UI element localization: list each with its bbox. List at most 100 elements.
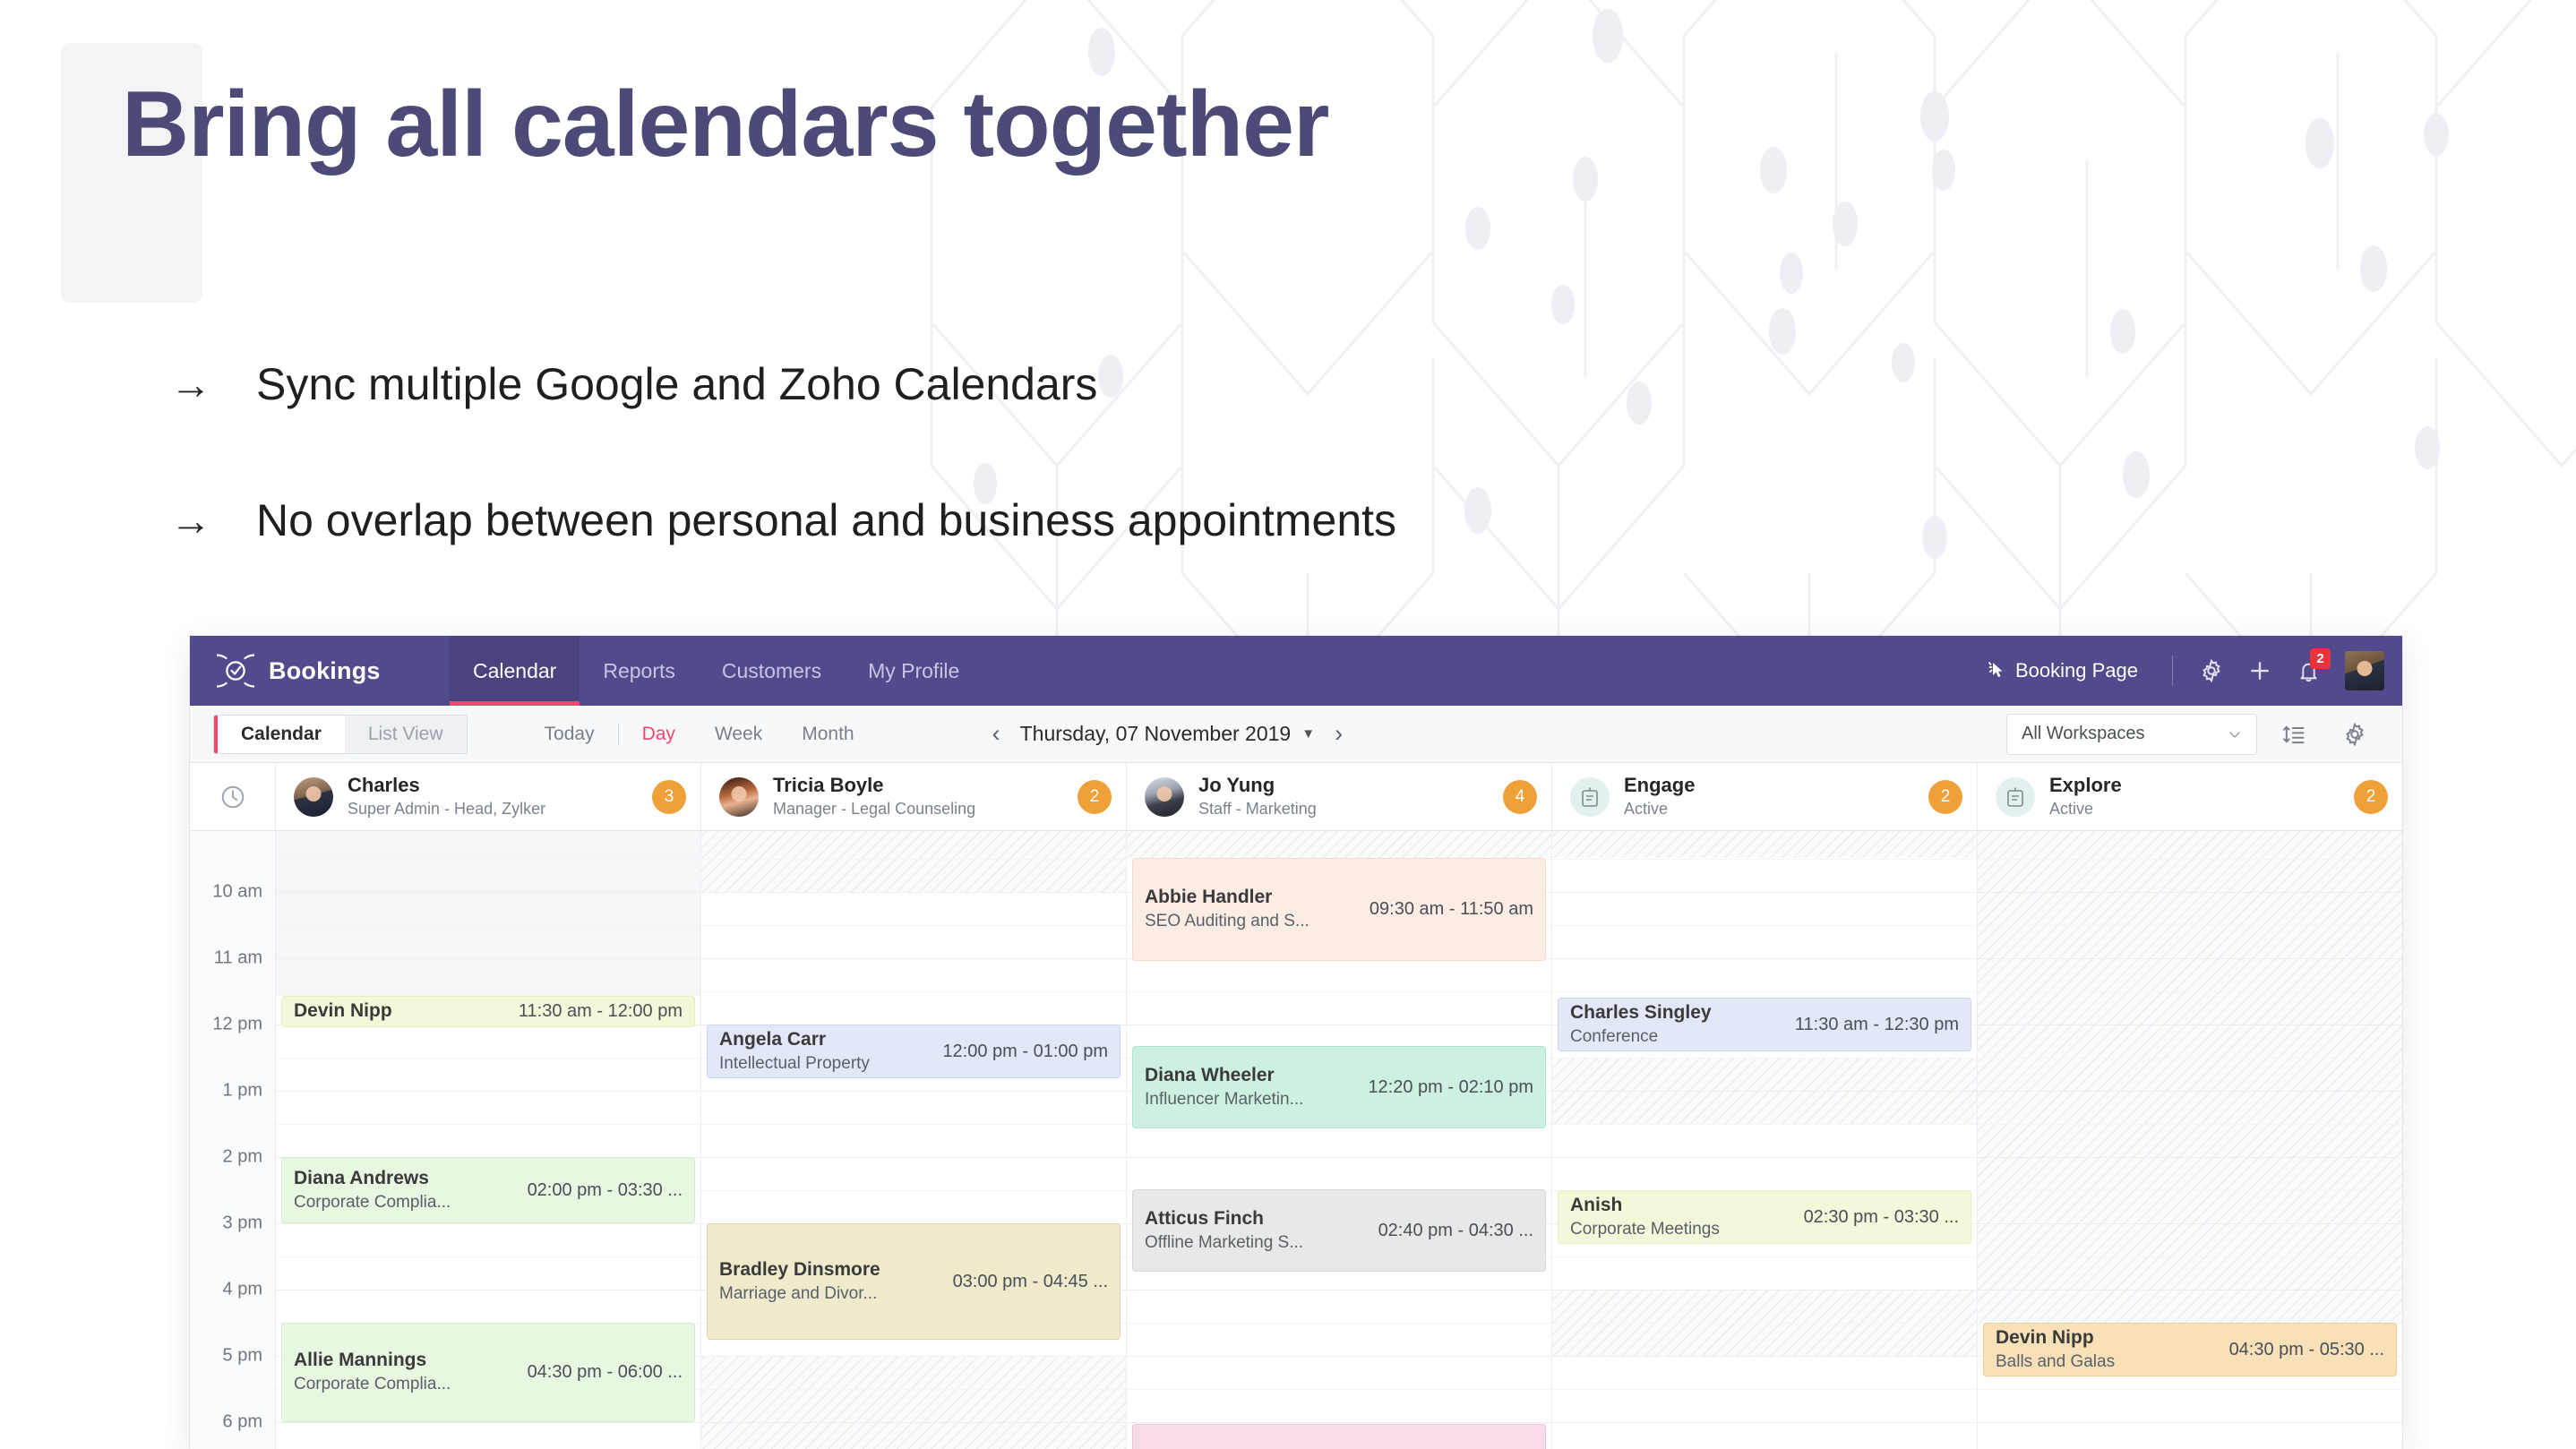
event-customer: Devin Nipp (1996, 1326, 2094, 1348)
nav-tab-calendar[interactable]: Calendar (450, 636, 580, 706)
calendar-event[interactable]: Abbie Handler SEO Auditing and S... 09:3… (1132, 858, 1546, 961)
range-day[interactable]: Day (623, 724, 695, 745)
bell-icon[interactable]: 2 (2284, 647, 2332, 695)
resource-name: Explore (2049, 773, 2122, 796)
time-gutter: 9 am 10 am 11 am 12 pm 1 pm 2 pm 3 pm 4 … (190, 831, 276, 1449)
event-customer: Allie Mannings (294, 1350, 427, 1371)
status-badge: 2 (2354, 779, 2388, 814)
range-group: Today Day Week Month (525, 722, 874, 746)
event-customer: Abbie Handler (1145, 887, 1273, 908)
calendar-event[interactable]: Devin Nipp Balls and Galas 04:30 pm - 05… (1983, 1323, 2397, 1376)
chevron-down-icon: ▼ (1301, 726, 1316, 742)
nav-tab-reports[interactable]: Reports (580, 636, 699, 706)
status-badge: 2 (1928, 779, 1962, 814)
time-label: 9 am (223, 831, 262, 836)
row-height-icon[interactable] (2270, 710, 2318, 759)
event-service: Influencer Marketin... (1145, 1089, 1304, 1109)
avatar (1145, 776, 1184, 817)
gear-icon[interactable] (2187, 647, 2236, 695)
time-label: 12 pm (212, 1014, 262, 1034)
calendar-event[interactable]: Devin Nipp 11:30 am - 12:00 pm (281, 996, 695, 1027)
view-mode-calendar[interactable]: Calendar (214, 715, 345, 753)
booking-page-button[interactable]: Booking Page (1967, 659, 2158, 682)
notification-badge: 2 (2310, 648, 2331, 669)
bullet-text: No overlap between personal and business… (256, 495, 1397, 545)
blocked-region (276, 831, 700, 996)
gear-icon[interactable] (2331, 710, 2379, 759)
avatar (719, 776, 759, 817)
time-label: 4 pm (222, 1279, 262, 1299)
date-picker[interactable]: Thursday, 07 November 2019 ▼ (1020, 722, 1315, 746)
view-mode-label: List View (367, 723, 443, 744)
resource-subtitle: Active (1624, 800, 1669, 819)
calendar-event[interactable]: Angela Carr Intellectual Property 12:00 … (707, 1025, 1121, 1078)
calendar-event[interactable]: Allie Mannings Corporate Complia... 04:3… (281, 1323, 695, 1422)
header-actions: Booking Page 2 (1967, 636, 2402, 706)
event-service: Conference (1570, 1026, 1659, 1046)
time-label: 2 pm (222, 1146, 262, 1167)
calendar-column-engage[interactable]: Charles Singley Conference 11:30 am - 12… (1552, 831, 1978, 1449)
calendar-event[interactable] (1132, 1424, 1546, 1449)
nav-tab-customers[interactable]: Customers (699, 636, 845, 706)
status-badge: 3 (652, 779, 686, 814)
unavailable-region (1552, 831, 1977, 858)
chevron-right-icon[interactable]: › (1315, 722, 1362, 746)
calendar-column-explore[interactable]: Devin Nipp Balls and Galas 04:30 pm - 05… (1978, 831, 2402, 1449)
chevron-down-icon (2229, 731, 2240, 738)
resource-subtitle: Staff - Marketing (1198, 800, 1317, 819)
calendar-event[interactable]: Atticus Finch Offline Marketing S... 02:… (1132, 1189, 1546, 1272)
resource-column-header-engage[interactable]: Engage Active 2 (1552, 763, 1978, 830)
id-badge-icon (1996, 776, 2035, 817)
calendar-column-jo-yung[interactable]: Abbie Handler SEO Auditing and S... 09:3… (1127, 831, 1552, 1449)
bullet-text: Sync multiple Google and Zoho Calendars (256, 359, 1098, 409)
unavailable-region (701, 1356, 1126, 1449)
brand[interactable]: Bookings (190, 636, 450, 706)
event-service: Intellectual Property (719, 1053, 870, 1073)
resource-column-header-explore[interactable]: Explore Active 2 (1978, 763, 2402, 830)
workspace-select[interactable]: All Workspaces (2006, 713, 2257, 755)
resource-column-header-jo-yung[interactable]: Jo Yung Staff - Marketing 4 (1127, 763, 1552, 830)
calendar-toolbar: Calendar List View Today Day Week Month … (190, 706, 2402, 763)
event-time: 09:30 am - 11:50 am (1369, 899, 1533, 919)
today-button[interactable]: Today (525, 724, 614, 745)
plus-icon[interactable] (2236, 647, 2284, 695)
event-time: 02:00 pm - 03:30 ... (527, 1179, 683, 1200)
resource-header-row: Charles Super Admin - Head, Zylker 3 Tri… (190, 763, 2402, 831)
calendar-event[interactable]: Charles Singley Conference 11:30 am - 12… (1558, 998, 1971, 1051)
app-header: Bookings Calendar Reports Customers My P… (190, 636, 2402, 706)
event-service: Corporate Complia... (294, 1192, 451, 1212)
event-customer: Diana Wheeler (1145, 1064, 1275, 1085)
calendar-column-tricia-boyle[interactable]: Angela Carr Intellectual Property 12:00 … (701, 831, 1127, 1449)
calendar-column-charles[interactable]: Devin Nipp 11:30 am - 12:00 pm Diana And… (276, 831, 701, 1449)
resource-name: Tricia Boyle (773, 773, 884, 796)
time-label: 3 pm (222, 1213, 262, 1233)
calendar-event[interactable]: Diana Andrews Corporate Complia... 02:00… (281, 1157, 695, 1223)
event-time: 11:30 am - 12:30 pm (1794, 1014, 1959, 1034)
calendar-event[interactable]: Diana Wheeler Influencer Marketin... 12:… (1132, 1046, 1546, 1128)
time-label: 1 pm (222, 1080, 262, 1101)
range-week[interactable]: Week (695, 724, 782, 745)
bullet-item: → Sync multiple Google and Zoho Calendar… (170, 358, 1097, 410)
bookings-app-window: Bookings Calendar Reports Customers My P… (190, 636, 2402, 1449)
view-mode-list[interactable]: List View (345, 716, 467, 753)
resource-column-header-charles[interactable]: Charles Super Admin - Head, Zylker 3 (276, 763, 701, 830)
unavailable-region (701, 831, 1126, 892)
event-service: SEO Auditing and S... (1145, 912, 1309, 931)
calendar-grid[interactable]: 9 am 10 am 11 am 12 pm 1 pm 2 pm 3 pm 4 … (190, 831, 2402, 1449)
resource-column-header-tricia-boyle[interactable]: Tricia Boyle Manager - Legal Counseling … (701, 763, 1127, 830)
time-label: 11 am (213, 947, 262, 968)
calendar-event[interactable]: Bradley Dinsmore Marriage and Divor... 0… (707, 1223, 1121, 1340)
calendar-event[interactable]: Anish Corporate Meetings 02:30 pm - 03:3… (1558, 1190, 1971, 1244)
chevron-left-icon[interactable]: ‹ (973, 722, 1020, 746)
status-badge: 2 (1078, 779, 1112, 814)
event-customer: Diana Andrews (294, 1167, 429, 1188)
range-month[interactable]: Month (782, 724, 873, 745)
resource-subtitle: Manager - Legal Counseling (773, 800, 976, 819)
event-customer: Charles Singley (1570, 1001, 1712, 1023)
nav-tab-my-profile[interactable]: My Profile (845, 636, 983, 706)
event-time: 11:30 am - 12:00 pm (518, 1001, 683, 1021)
view-mode-group: Calendar List View (213, 714, 468, 754)
booking-page-label: Booking Page (2015, 659, 2138, 682)
avatar[interactable] (2345, 651, 2384, 690)
resource-name: Jo Yung (1198, 773, 1275, 796)
